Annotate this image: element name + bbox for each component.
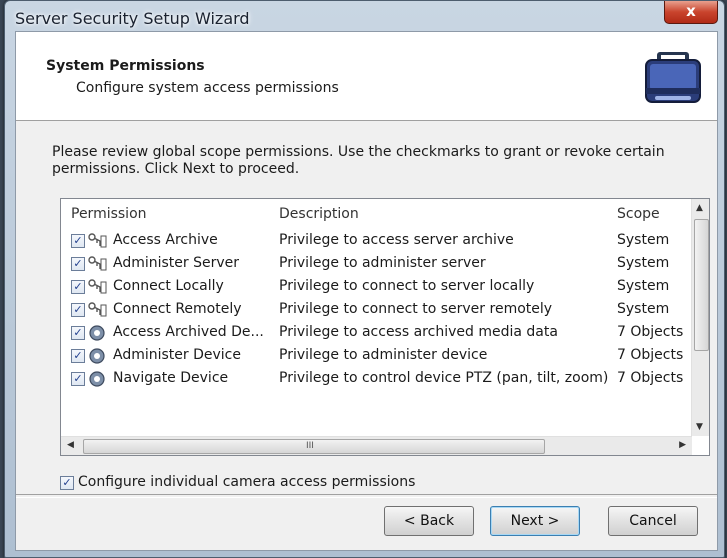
instructions-text: Please review global scope permissions. …: [52, 144, 665, 177]
wizard-header: System Permissions Configure system acce…: [16, 32, 717, 121]
permission-description: Privilege to connect to server remotely: [279, 301, 553, 317]
permission-description: Privilege to administer device: [279, 347, 488, 363]
permission-scope: System: [617, 232, 670, 248]
permission-checkbox[interactable]: ✓: [71, 234, 85, 248]
list-row[interactable]: ✓ Connect Remotely Privilege to connect …: [61, 298, 691, 321]
permission-checkbox[interactable]: ✓: [71, 280, 85, 294]
key-icon: [88, 302, 107, 317]
list-row[interactable]: ✓ Administer Server Privilege to adminis…: [61, 252, 691, 275]
vertical-scroll-thumb[interactable]: [694, 219, 709, 351]
footer-separator: [16, 494, 717, 498]
wizard-client-area: System Permissions Configure system acce…: [15, 31, 718, 551]
permission-name: Access Archive: [113, 232, 218, 248]
permission-scope: System: [617, 301, 670, 317]
permission-checkbox[interactable]: ✓: [71, 257, 85, 271]
permission-name: Connect Remotely: [113, 301, 242, 317]
permission-scope: 7 Objects: [617, 347, 684, 363]
camera-permissions-label[interactable]: Configure individual camera access permi…: [78, 474, 415, 490]
list-row[interactable]: ✓ Navigate Device Privilege to control d…: [61, 367, 691, 390]
permission-description: Privilege to administer server: [279, 255, 486, 271]
list-row[interactable]: ✓ Access Archived De... Privilege to acc…: [61, 321, 691, 344]
scroll-left-arrow-icon[interactable]: ◀: [67, 440, 74, 450]
vertical-scrollbar[interactable]: ▲ ▼: [691, 199, 709, 436]
horizontal-scrollbar[interactable]: ◀ III ▶: [61, 436, 692, 455]
permission-description: Privilege to connect to server locally: [279, 278, 535, 294]
scroll-grip: III: [306, 441, 314, 451]
page-subtitle: Configure system access permissions: [76, 80, 339, 96]
scroll-up-arrow-icon[interactable]: ▲: [696, 203, 703, 213]
permission-description: Privilege to control device PTZ (pan, ti…: [279, 370, 609, 386]
key-icon: [88, 279, 107, 294]
scroll-down-arrow-icon[interactable]: ▼: [696, 422, 703, 432]
list-row[interactable]: ✓ Access Archive Privilege to access ser…: [61, 229, 691, 252]
key-icon: [88, 233, 107, 248]
gear-icon: [89, 325, 105, 341]
permission-checkbox[interactable]: ✓: [71, 372, 85, 386]
column-header-scope[interactable]: Scope: [617, 206, 660, 222]
permissions-list[interactable]: Permission Description Scope ✓ Access Ar…: [60, 198, 710, 456]
key-icon: [88, 256, 107, 271]
back-button[interactable]: < Back: [384, 506, 474, 536]
list-row[interactable]: ✓ Connect Locally Privilege to connect t…: [61, 275, 691, 298]
permission-scope: 7 Objects: [617, 324, 684, 340]
wizard-window: Server Security Setup Wizard x System Pe…: [4, 0, 725, 558]
cancel-button[interactable]: Cancel: [608, 506, 698, 536]
permission-checkbox[interactable]: ✓: [71, 326, 85, 340]
permission-name: Navigate Device: [113, 370, 229, 386]
permission-scope: System: [617, 255, 670, 271]
list-row[interactable]: ✓ Administer Device Privilege to adminis…: [61, 344, 691, 367]
permission-description: Privilege to access server archive: [279, 232, 514, 248]
page-title: System Permissions: [46, 58, 205, 74]
permission-name: Access Archived De...: [113, 324, 264, 340]
close-button[interactable]: x: [664, 1, 718, 24]
permission-scope: System: [617, 278, 670, 294]
permission-name: Administer Device: [113, 347, 241, 363]
horizontal-scroll-thumb[interactable]: III: [83, 439, 545, 454]
briefcase-icon: [645, 52, 701, 103]
permission-name: Administer Server: [113, 255, 240, 271]
column-header-permission[interactable]: Permission: [71, 206, 147, 222]
list-header: Permission Description Scope: [61, 199, 691, 229]
permission-scope: 7 Objects: [617, 370, 684, 386]
close-icon: x: [686, 2, 696, 20]
column-header-description[interactable]: Description: [279, 206, 359, 222]
permission-description: Privilege to access archived media data: [279, 324, 558, 340]
window-title: Server Security Setup Wizard: [15, 9, 250, 28]
permission-checkbox[interactable]: ✓: [71, 349, 85, 363]
gear-icon: [89, 371, 105, 387]
next-button[interactable]: Next >: [490, 506, 580, 536]
scroll-right-arrow-icon[interactable]: ▶: [679, 440, 686, 450]
gear-icon: [89, 348, 105, 364]
camera-permissions-checkbox[interactable]: ✓: [60, 476, 74, 490]
permission-checkbox[interactable]: ✓: [71, 303, 85, 317]
permission-name: Connect Locally: [113, 278, 224, 294]
